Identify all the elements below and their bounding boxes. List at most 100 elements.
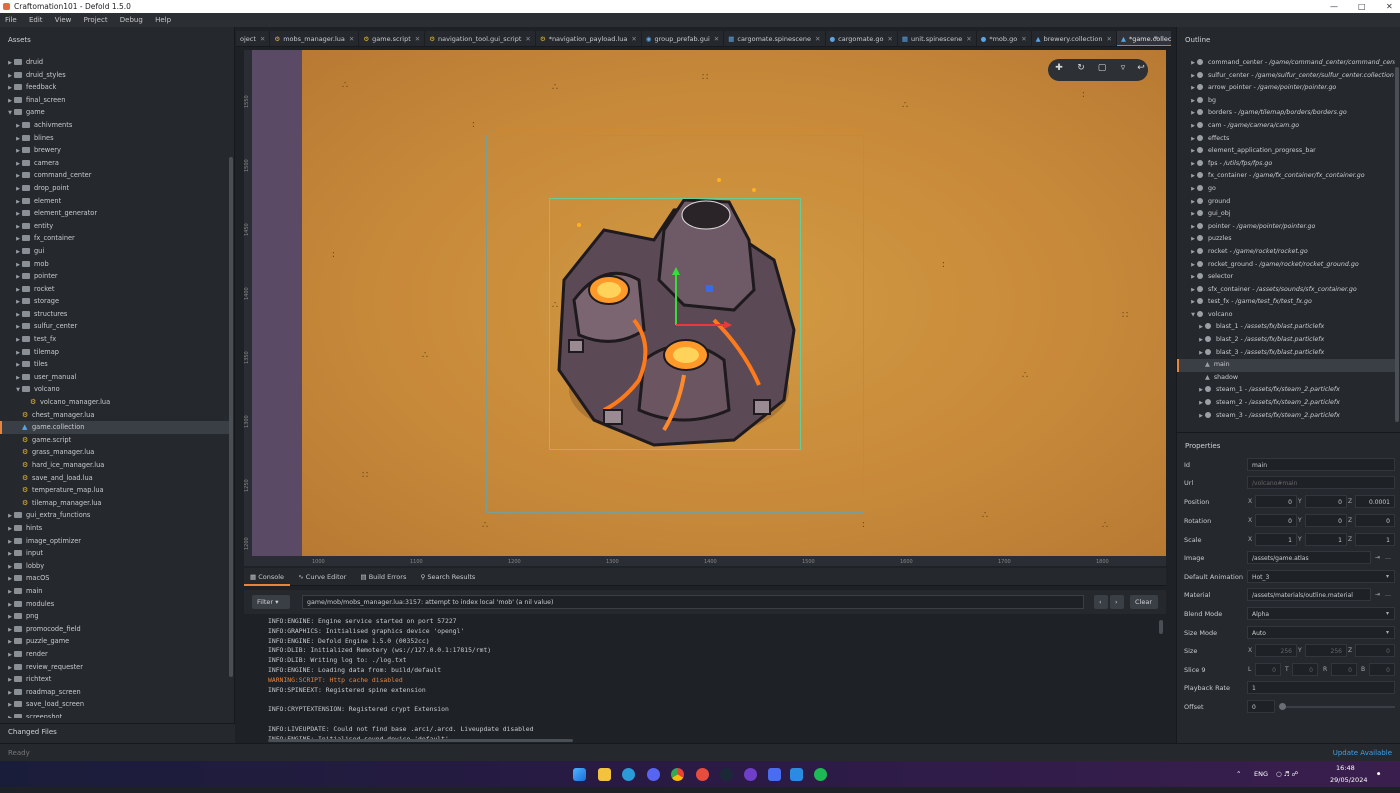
outline-item[interactable]: ▶ blast_3 - /assets/fx/blast.particlefx	[1177, 347, 1395, 360]
outline-item[interactable]: ▶ borders - /game/tilemap/borders/borders…	[1177, 107, 1395, 120]
outline-item[interactable]: ▶ blast_2 - /assets/fx/blast.particlefx	[1177, 334, 1395, 347]
editor-tab[interactable]: ▦ unit.spinescene ✕	[898, 31, 977, 46]
expand-right-icon[interactable]: ▶	[1189, 246, 1197, 259]
expand-right-icon[interactable]: ▶	[1189, 158, 1197, 171]
outline-item[interactable]: ▶ cam - /game/camera/cam.go	[1177, 120, 1395, 133]
asset-item[interactable]: ▶ hints	[0, 522, 229, 535]
file-explorer-icon[interactable]	[598, 768, 611, 781]
close-tab-icon[interactable]: ✕	[525, 35, 530, 43]
asset-item[interactable]: ▼ volcano	[0, 383, 229, 396]
asset-item[interactable]: ▶ main	[0, 585, 229, 598]
asset-item[interactable]: ▶ rocket	[0, 283, 229, 296]
expand-right-icon[interactable]: ▶	[1197, 321, 1205, 334]
discord-icon[interactable]	[647, 768, 660, 781]
tabs-overflow-icon[interactable]: ▾	[1154, 34, 1158, 42]
outline-item[interactable]: ▶ steam_3 - /assets/fx/steam_2.particlefx	[1177, 410, 1395, 423]
tab-build-errors[interactable]: ▤ Build Errors	[355, 568, 413, 586]
asset-item[interactable]: ▶ final_screen	[0, 94, 229, 107]
asset-item[interactable]: ▶ tiles	[0, 358, 229, 371]
asset-item[interactable]: ▶ png	[0, 610, 229, 623]
scene-viewport[interactable]: 1550 1500 1450 1400 1350 1300 1250 1200 …	[244, 50, 1166, 566]
outline-item[interactable]: ▶ bg	[1177, 95, 1395, 108]
expand-right-icon[interactable]: ▶	[1189, 95, 1197, 108]
asset-item[interactable]: ▶ sulfur_center	[0, 320, 229, 333]
close-button[interactable]: ✕	[1386, 0, 1393, 13]
asset-item[interactable]: ▶ structures	[0, 308, 229, 321]
asset-item[interactable]: ▶ input	[0, 547, 229, 560]
rotation-x-field[interactable]: 0	[1255, 514, 1297, 527]
asset-item[interactable]: ▶ feedback	[0, 81, 229, 94]
asset-item[interactable]: ▶ druid_styles	[0, 69, 229, 82]
offset-field[interactable]: 0	[1247, 700, 1275, 713]
close-tab-icon[interactable]: ✕	[1021, 35, 1026, 43]
tab-curve-editor[interactable]: ∿ Curve Editor	[292, 568, 352, 586]
scale-x-field[interactable]: 1	[1255, 533, 1297, 546]
network-volume-icons[interactable]: ○ ♬ ☍	[1276, 761, 1298, 787]
offset-slider-track[interactable]	[1281, 706, 1395, 708]
outline-scrollbar[interactable]	[1395, 67, 1399, 422]
asset-item[interactable]: ▼ game	[0, 106, 229, 119]
expand-right-icon[interactable]: ▶	[1197, 334, 1205, 347]
outline-item[interactable]: ▶ sulfur_center - /game/sulfur_center/sul…	[1177, 70, 1395, 83]
tab-console[interactable]: ▦ Console	[244, 568, 291, 586]
asset-item[interactable]: ▲ game.collection	[0, 421, 229, 434]
visibility-filter-icon[interactable]: ▿	[1118, 63, 1128, 73]
outline-item[interactable]: ▶ sfx_container - /assets/sounds/sfx_cont…	[1177, 284, 1395, 297]
tab-search-results[interactable]: ⚲ Search Results	[415, 568, 482, 586]
outline-item[interactable]: ▶ blast_1 - /assets/fx/blast.particlefx	[1177, 321, 1395, 334]
material-field[interactable]: /assets/materials/outline.material	[1247, 588, 1371, 601]
outline-item[interactable]: ▶ steam_1 - /assets/fx/steam_2.particlefx	[1177, 384, 1395, 397]
expand-right-icon[interactable]: ▶	[1189, 57, 1197, 70]
previous-match-button[interactable]: ‹	[1094, 595, 1108, 609]
close-tab-icon[interactable]: ✕	[349, 35, 354, 43]
close-tab-icon[interactable]: ✕	[966, 35, 971, 43]
expand-right-icon[interactable]: ▶	[1197, 384, 1205, 397]
asset-item[interactable]: ▶ promocode_field	[0, 623, 229, 636]
expand-right-icon[interactable]: ▶	[1189, 120, 1197, 133]
browse-resource-icon[interactable]: …	[1385, 551, 1391, 564]
outline-item[interactable]: ▶ puzzles	[1177, 233, 1395, 246]
offset-slider-handle[interactable]	[1279, 703, 1286, 710]
next-match-button[interactable]: ›	[1110, 595, 1124, 609]
close-tab-icon[interactable]: ✕	[815, 35, 820, 43]
expand-right-icon[interactable]: ▶	[1189, 107, 1197, 120]
expand-right-icon[interactable]: ▶	[1189, 82, 1197, 95]
asset-item[interactable]: ⚙ temperature_map.lua	[0, 484, 229, 497]
expand-down-icon[interactable]: ▼	[1189, 309, 1197, 322]
asset-item[interactable]: ▶ pointer	[0, 270, 229, 283]
asset-item[interactable]: ▶ druid	[0, 56, 229, 69]
github-desktop-icon[interactable]	[744, 768, 757, 781]
filter-dropdown[interactable]: Filter ▾	[252, 595, 290, 609]
rotation-y-field[interactable]: 0	[1305, 514, 1347, 527]
menu-file[interactable]: File	[0, 13, 22, 27]
blend-mode-select[interactable]: Alpha	[1247, 607, 1395, 620]
close-tab-icon[interactable]: ✕	[260, 35, 265, 43]
scale-y-field[interactable]: 1	[1305, 533, 1347, 546]
outline-item[interactable]: ▶ selector	[1177, 271, 1395, 284]
expand-right-icon[interactable]: ▶	[1197, 410, 1205, 423]
clear-button[interactable]: Clear	[1130, 595, 1158, 609]
asset-item[interactable]: ▶ storage	[0, 295, 229, 308]
position-y-field[interactable]: 0	[1305, 495, 1347, 508]
console-hscrollbar[interactable]	[268, 739, 573, 742]
assets-scrollbar[interactable]	[229, 157, 233, 677]
outline-item[interactable]: ▶ fps - /utils/fps/fps.go	[1177, 158, 1395, 171]
expand-right-icon[interactable]: ▶	[1189, 271, 1197, 284]
expand-right-icon[interactable]: ▶	[1189, 259, 1197, 272]
outline-item[interactable]: ▶ ground	[1177, 196, 1395, 209]
minimize-button[interactable]: —	[1330, 0, 1338, 13]
asset-item[interactable]: ⚙ hard_ice_manager.lua	[0, 459, 229, 472]
outline-item[interactable]: ▶ rocket - /game/rocket/rocket.go	[1177, 246, 1395, 259]
menu-debug[interactable]: Debug	[115, 13, 148, 27]
asset-item[interactable]: ▶ lobby	[0, 560, 229, 573]
asset-item[interactable]: ▶ render	[0, 648, 229, 661]
move-tool-icon[interactable]: ✚	[1054, 63, 1064, 73]
expand-right-icon[interactable]: ▶	[1189, 284, 1197, 297]
menu-help[interactable]: Help	[150, 13, 176, 27]
tray-chevron-icon[interactable]: ⌃	[1236, 761, 1241, 787]
asset-item[interactable]: ▶ gui_extra_functions	[0, 509, 229, 522]
maximize-button[interactable]: □	[1358, 0, 1366, 13]
browse-resource-icon[interactable]: …	[1385, 588, 1391, 601]
console-scrollbar[interactable]	[1159, 620, 1163, 634]
asset-item[interactable]: ⚙ chest_manager.lua	[0, 409, 229, 422]
